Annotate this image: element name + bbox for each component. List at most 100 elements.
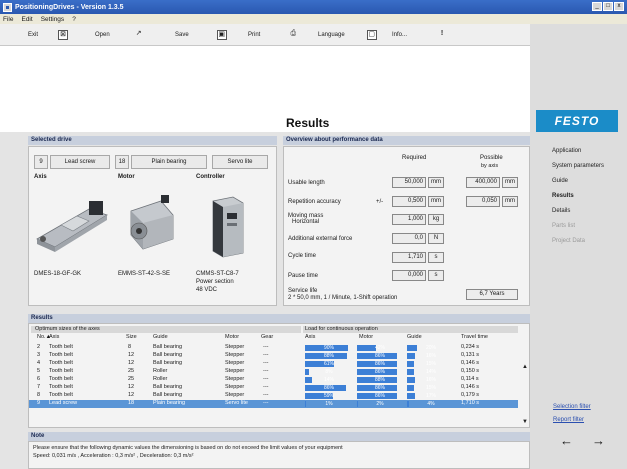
- cell-size: 12: [128, 384, 135, 390]
- col-load-axis[interactable]: Axis: [305, 334, 315, 340]
- load-axis-bar: 88%: [305, 352, 353, 359]
- minimize-button[interactable]: _: [592, 2, 602, 11]
- scroll-up-icon[interactable]: ▲: [522, 364, 528, 370]
- load-axis-bar-label: 14%: [323, 376, 334, 383]
- close-button[interactable]: x: [614, 2, 624, 11]
- motor-product-image: [130, 195, 174, 250]
- load-guide-bar: 17%: [407, 392, 455, 399]
- axis-column-title: Axis: [34, 174, 47, 180]
- cell-motor: Stepper: [225, 392, 245, 398]
- drive-motor: Servo lite: [212, 155, 268, 169]
- cell-size: 12: [128, 392, 135, 398]
- controller-power-label: Power section: [196, 279, 234, 285]
- side-navigation: Application System parameters Guide Resu…: [552, 148, 604, 253]
- col-gear[interactable]: Gear: [261, 334, 273, 340]
- cell-no: 7: [37, 384, 41, 390]
- cell-axis: Tooth belt: [49, 392, 73, 398]
- col-guide[interactable]: Guide: [153, 334, 168, 340]
- info-button[interactable]: Info... !: [392, 28, 447, 42]
- table-row[interactable]: 5 Tooth belt 25 Roller Stepper --- 0,150 s 8% 86…: [29, 368, 518, 376]
- load-guide-bar-label: 16%: [425, 376, 436, 383]
- menu-help[interactable]: ?: [72, 16, 76, 23]
- nav-results[interactable]: Results: [552, 193, 604, 208]
- table-row[interactable]: 4 Tooth belt 12 Ball bearing Stepper --- 0,146…: [29, 360, 518, 368]
- load-guide-bar-label: 20%: [425, 344, 436, 351]
- cell-travel-time: 0,131 s: [461, 352, 480, 358]
- required-column-label: Required: [402, 155, 427, 161]
- cycle-time-required: 1,710: [392, 252, 426, 263]
- col-motor[interactable]: Motor: [225, 334, 239, 340]
- repetition-accuracy-label: Repetition accuracy: [288, 199, 341, 205]
- note-header: Note: [28, 432, 530, 441]
- load-guide-bar-label: 16%: [425, 352, 436, 359]
- nav-system-parameters[interactable]: System parameters: [552, 163, 604, 178]
- plus-minus-label: +/-: [376, 199, 384, 205]
- nav-details[interactable]: Details: [552, 208, 604, 223]
- cell-motor: Stepper: [225, 376, 245, 382]
- axis-product-image: [36, 201, 108, 252]
- load-motor-bar-label: 86%: [374, 352, 385, 359]
- load-motor-bar-label: 86%: [374, 384, 385, 391]
- open-button[interactable]: Open ↗: [95, 28, 144, 42]
- load-guide-bar-label: 17%: [425, 392, 436, 399]
- load-axis-bar-label: 1%: [325, 400, 333, 407]
- col-size[interactable]: Size: [126, 334, 137, 340]
- service-life-value: 6,7 Years: [466, 289, 518, 300]
- cell-no: 5: [37, 368, 41, 374]
- language-button[interactable]: Language ▢: [318, 28, 377, 42]
- load-motor-bar: 86%: [357, 392, 403, 399]
- table-row[interactable]: 7 Tooth belt 12 Ball bearing Stepper --- 0,146…: [29, 384, 518, 392]
- menu-file[interactable]: File: [3, 16, 13, 23]
- report-filter-link[interactable]: Report filter: [553, 417, 584, 423]
- moving-mass-unit: kg: [428, 214, 444, 225]
- window-title: PositioningDrives - Version 1.3.5: [15, 3, 124, 11]
- pause-time-label: Pause time: [288, 273, 319, 279]
- repetition-possible: 0,050: [466, 196, 500, 207]
- load-guide-bar: 16%: [407, 376, 455, 383]
- menu-settings[interactable]: Settings: [41, 16, 65, 23]
- back-arrow-icon[interactable]: ←: [560, 433, 573, 448]
- external-force-unit: N: [428, 233, 444, 244]
- cell-no: 8: [37, 392, 41, 398]
- cell-size: 12: [128, 360, 135, 366]
- col-load-guide[interactable]: Guide: [407, 334, 422, 340]
- save-button[interactable]: Save ▣: [175, 28, 227, 42]
- usable-length-possible-unit: mm: [502, 177, 518, 188]
- menu-edit[interactable]: Edit: [21, 16, 32, 23]
- maximize-button[interactable]: □: [603, 2, 613, 11]
- forward-arrow-icon[interactable]: →: [592, 433, 605, 448]
- print-button[interactable]: Print ⎙: [248, 28, 298, 42]
- col-axis[interactable]: Axis: [49, 334, 59, 340]
- possible-column-sublabel: by axis: [481, 163, 499, 169]
- controller-voltage: 48 VDC: [196, 287, 218, 293]
- table-row[interactable]: 6 Tooth belt 25 Roller Stepper --- 0,114 s 14% 8…: [29, 376, 518, 384]
- controller-part-number: CMMS-ST-C8-7: [196, 271, 239, 277]
- app-icon: [3, 2, 12, 12]
- load-axis-bar-label: 59%: [323, 392, 334, 399]
- note-line-2: Speed: 0,031 m/s , Acceleration : 0,3 m/…: [33, 453, 194, 459]
- load-motor-bar: 2%: [357, 400, 403, 407]
- table-row[interactable]: 2 Tooth belt 8 Ball bearing Stepper --- 0,234 …: [29, 344, 518, 352]
- nav-guide[interactable]: Guide: [552, 178, 604, 193]
- brand-text: FESTO: [554, 114, 600, 128]
- repetition-required: 0,500: [392, 196, 426, 207]
- exit-icon: ⊠: [58, 30, 69, 40]
- nav-application[interactable]: Application: [552, 148, 604, 163]
- table-row[interactable]: 9 Lead screw 18 Plain bearing Servo lite --- 1…: [29, 400, 518, 408]
- table-row[interactable]: 8 Tooth belt 12 Ball bearing Stepper --- 0,179…: [29, 392, 518, 400]
- usable-length-required: 50,000: [392, 177, 426, 188]
- cell-axis: Tooth belt: [49, 376, 73, 382]
- cell-gear: ---: [263, 384, 269, 390]
- col-travel-time[interactable]: Travel time: [461, 334, 488, 340]
- cell-travel-time: 0,150 s: [461, 368, 480, 374]
- cell-size: 12: [128, 352, 135, 358]
- col-load-motor[interactable]: Motor: [359, 334, 373, 340]
- exit-button[interactable]: Exit ⊠: [28, 28, 69, 42]
- selection-filter-link[interactable]: Selection filter: [553, 404, 591, 410]
- axis-part-number: DMES-18-GF-GK: [34, 271, 82, 277]
- load-motor-bar-label: 42%: [374, 344, 385, 351]
- page-title: Results: [286, 116, 330, 130]
- scroll-down-icon[interactable]: ▼: [522, 419, 528, 425]
- table-row[interactable]: 3 Tooth belt 12 Ball bearing Stepper --- 0,131…: [29, 352, 518, 360]
- cell-no: 9: [37, 400, 41, 406]
